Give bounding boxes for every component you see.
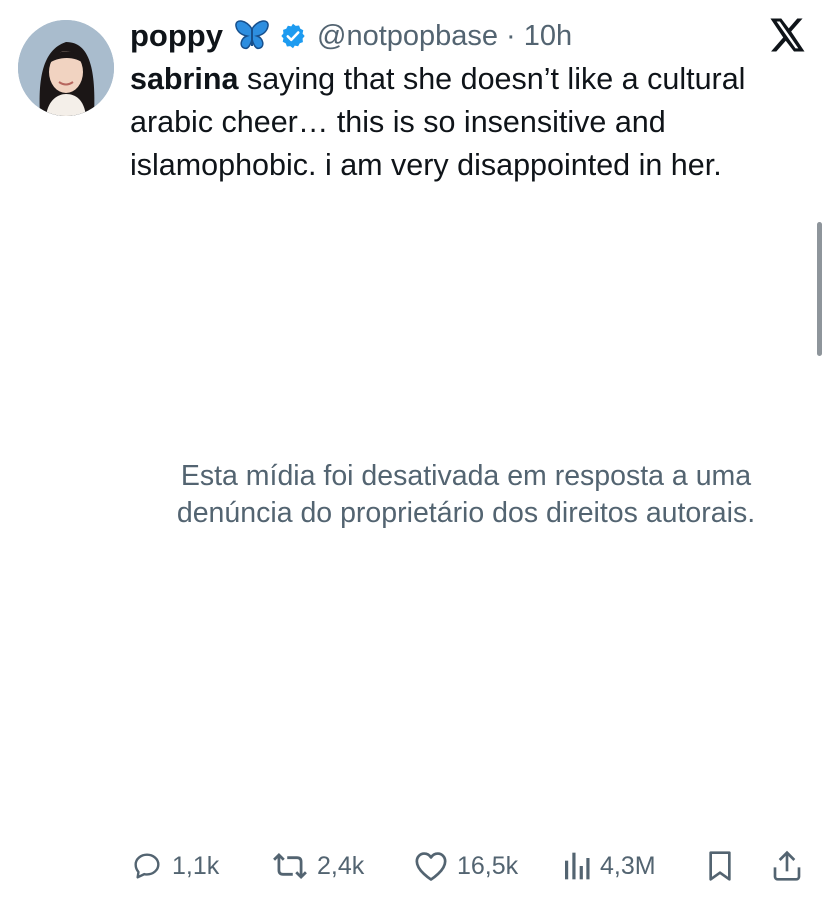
reply-button[interactable]: 1,1k [131, 846, 219, 886]
tweet-mention[interactable]: sabrina [130, 62, 239, 96]
repost-icon [272, 850, 308, 882]
display-name[interactable]: poppy [130, 18, 223, 54]
share-icon [772, 850, 802, 882]
like-button[interactable]: 16,5k [414, 846, 518, 886]
like-count: 16,5k [457, 851, 519, 880]
share-button[interactable] [772, 846, 802, 886]
tweet-timestamp[interactable]: 10h [524, 20, 572, 53]
views-button[interactable]: 4,3M [563, 846, 656, 886]
views-bar-chart-icon [563, 850, 591, 882]
x-logo-icon[interactable] [770, 18, 806, 52]
tweet-action-bar: 1,1k 2,4k 16,5k 4,3M [0, 836, 826, 896]
bookmark-button[interactable] [706, 846, 734, 886]
tweet-text: sabrina saying that she doesn’t like a c… [130, 58, 810, 187]
reply-count: 1,1k [172, 851, 220, 880]
butterfly-emoji-icon [233, 20, 271, 52]
views-count: 4,3M [600, 851, 656, 880]
repost-button[interactable]: 2,4k [272, 846, 364, 886]
media-disabled-notice: Esta mídia foi desativada em resposta a … [176, 460, 756, 529]
user-handle[interactable]: @notpopbase [317, 20, 498, 53]
verified-badge-icon [279, 22, 307, 50]
separator-dot: · [506, 19, 516, 52]
avatar-photo [18, 20, 114, 116]
avatar[interactable] [18, 20, 114, 116]
tweet-header: poppy @notpopbase · 10h [130, 14, 572, 58]
repost-count: 2,4k [317, 851, 365, 880]
heart-icon [414, 850, 448, 882]
reply-bubble-icon [131, 850, 163, 882]
bookmark-icon [706, 850, 734, 882]
scrollbar[interactable] [817, 222, 822, 356]
